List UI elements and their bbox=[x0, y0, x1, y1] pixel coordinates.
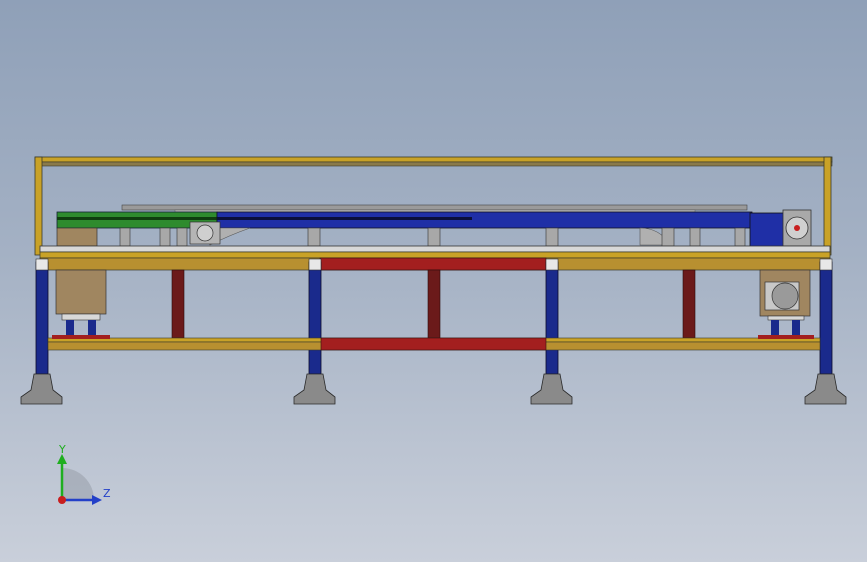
right-motor[interactable] bbox=[758, 269, 814, 339]
z-axis-arrowhead bbox=[92, 495, 102, 505]
left-upper-box[interactable] bbox=[56, 227, 98, 247]
left-gearbox[interactable] bbox=[52, 269, 110, 339]
x-axis-dot bbox=[58, 496, 66, 504]
conveyor-assembly-model[interactable] bbox=[0, 0, 867, 562]
belt-drive-motor[interactable] bbox=[749, 209, 812, 248]
table-top-frame[interactable] bbox=[39, 245, 831, 271]
inner-posts bbox=[171, 269, 696, 339]
leveling-feet bbox=[20, 373, 847, 405]
tail-pulley[interactable] bbox=[189, 221, 221, 245]
y-axis-label: Y bbox=[58, 443, 66, 456]
lower-crossbar[interactable] bbox=[47, 337, 821, 351]
triad-plane-shade bbox=[62, 468, 94, 500]
z-axis-label: Z bbox=[103, 487, 111, 500]
cad-viewport[interactable]: Y Z bbox=[0, 0, 867, 562]
orientation-triad: Y Z bbox=[57, 443, 111, 505]
